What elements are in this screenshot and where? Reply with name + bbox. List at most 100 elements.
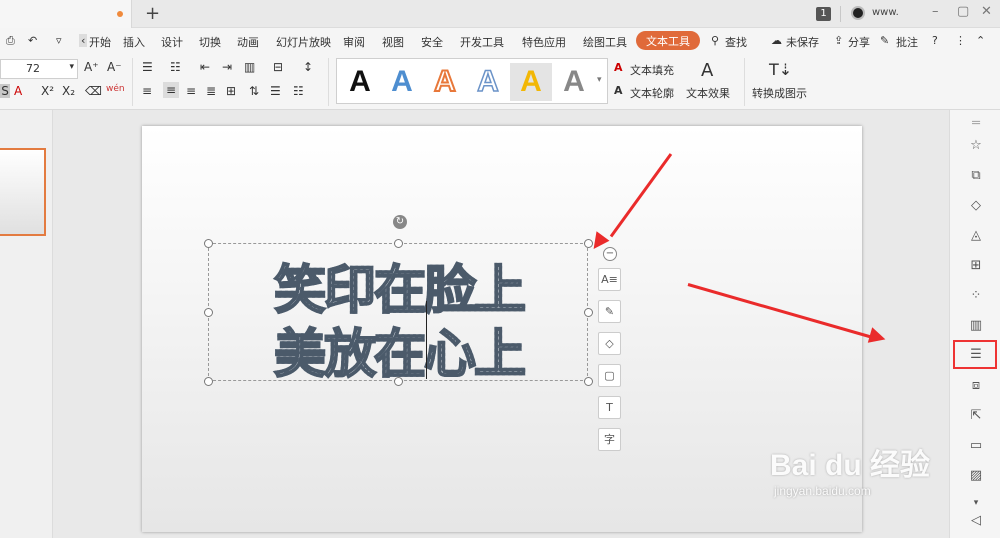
menu-special[interactable]: 特色应用 (522, 34, 566, 50)
para-spacing-icon[interactable]: ⇅ (249, 84, 259, 98)
properties-icon[interactable]: ☰ (968, 347, 984, 362)
resize-handle[interactable] (204, 239, 213, 248)
new-tab-button[interactable]: + (145, 3, 160, 24)
comment-button[interactable]: 批注 (896, 34, 918, 50)
speaker-icon[interactable]: ◁ (968, 513, 984, 528)
image-icon[interactable]: ⧈ (968, 378, 984, 393)
save-status[interactable]: 未保存 (786, 34, 819, 50)
wps-presentation-window: + 1 www. – ▢ ✕ ⎙ ↶ ▿ ‹ 开始 插入 设计 切换 动画 幻灯… (0, 0, 1000, 538)
shapes-icon[interactable]: ◇ (968, 198, 984, 213)
print-preview-icon[interactable]: ⎙ (6, 34, 15, 48)
text-line-2[interactable]: 美放在心上 (209, 312, 589, 387)
font-size-select[interactable]: 72 ▾ (0, 59, 78, 79)
line-icon[interactable]: ☷ (293, 84, 304, 98)
export-icon[interactable]: ⇱ (968, 408, 984, 423)
font-shrink-icon[interactable]: A⁻ (107, 60, 122, 74)
menu-animation[interactable]: 动画 (237, 34, 259, 50)
menu-design[interactable]: 设计 (161, 34, 183, 50)
align-left-icon[interactable]: ≡ (142, 84, 152, 98)
align-right-icon[interactable]: ≡ (186, 84, 196, 98)
text-style-blue[interactable]: A (381, 63, 423, 101)
text-fill-button[interactable]: 文本填充 (630, 62, 674, 78)
line-spacing-icon[interactable]: ↕ (303, 60, 313, 74)
text-style-blue-outline[interactable]: A (467, 63, 509, 101)
table-icon[interactable]: ⊞ (968, 258, 984, 273)
more-icon[interactable]: ⋮ (955, 34, 966, 47)
numbered-list-icon[interactable]: ☷ (170, 60, 181, 74)
slide[interactable]: ↻ 笑印在脸上 美放在心上 − A≡ ✎ ◇ ▢ T 字 (142, 126, 862, 532)
resize-handle[interactable] (394, 239, 403, 248)
menu-security[interactable]: 安全 (421, 34, 443, 50)
maximize-button[interactable]: ▢ (957, 4, 969, 19)
help-icon[interactable]: ? (932, 34, 938, 47)
document-tab[interactable] (0, 0, 132, 28)
menu-home[interactable]: 开始 (89, 34, 111, 50)
para-icon[interactable]: ☰ (270, 84, 281, 98)
align-center-icon[interactable]: ≡ (163, 82, 180, 98)
text-effect-icon: A (701, 60, 714, 81)
menu-developer[interactable]: 开发工具 (460, 34, 504, 50)
rotate-handle-icon[interactable]: ↻ (393, 215, 407, 229)
collapse-ribbon-icon[interactable]: ⌃ (976, 34, 985, 47)
minimize-button[interactable]: – (932, 4, 939, 19)
text-cursor (426, 301, 427, 379)
clear-format-icon[interactable]: ⌫ (85, 84, 102, 98)
search-icon[interactable]: ⚲ (711, 34, 719, 47)
user-avatar[interactable] (851, 6, 865, 20)
star-icon[interactable]: ☆ (968, 138, 984, 153)
decrease-indent-icon[interactable]: ⇤ (200, 60, 210, 74)
chart-icon[interactable]: ▥ (968, 318, 984, 333)
border-icon[interactable]: ▢ (598, 364, 621, 387)
menu-slideshow[interactable]: 幻灯片放映 (276, 34, 331, 50)
collapse-arrow-icon[interactable]: ‹ (79, 34, 88, 47)
text-effect-button[interactable]: 文本效果 (686, 85, 730, 101)
text-style-gray[interactable]: A (553, 63, 595, 101)
menu-text-tools[interactable]: 文本工具 (636, 31, 700, 50)
search-button[interactable]: 查找 (725, 34, 747, 50)
strikethrough-icon[interactable]: S (0, 84, 10, 98)
menu-drawing-tools[interactable]: 绘图工具 (583, 34, 627, 50)
justify-icon[interactable]: ≣ (206, 84, 216, 98)
text-style-black[interactable]: A (339, 63, 381, 101)
copy-icon[interactable]: ⧉ (968, 168, 984, 183)
bullet-list-icon[interactable]: ☰ (142, 60, 153, 74)
font-color-icon[interactable]: A (14, 84, 22, 98)
menu-review[interactable]: 审阅 (343, 34, 365, 50)
collapse-toolbar-icon[interactable]: − (603, 247, 617, 261)
undo-icon[interactable]: ↶ (28, 34, 37, 47)
text-style-gold[interactable]: A (510, 63, 552, 101)
text-style-orange-outline[interactable]: A (424, 63, 466, 101)
text-outline-button[interactable]: 文本轮廓 (630, 85, 674, 101)
fill-icon[interactable]: ◇ (598, 332, 621, 355)
scroll-down-icon[interactable]: ▾ (968, 498, 984, 508)
fill-bucket-icon[interactable]: ◬ (968, 228, 984, 243)
picture-icon[interactable]: ▨ (968, 468, 984, 483)
text-format-icon[interactable]: A≡ (598, 268, 621, 291)
text-box-icon[interactable]: T (598, 396, 621, 419)
text-direction-icon[interactable]: ⊟ (273, 60, 283, 74)
pen-icon[interactable]: ✎ (598, 300, 621, 323)
distribute-icon[interactable]: ⊞ (226, 84, 236, 98)
menu-insert[interactable]: 插入 (123, 34, 145, 50)
font-grow-icon[interactable]: A⁺ (84, 60, 99, 74)
share-button[interactable]: 分享 (848, 34, 870, 50)
increase-indent-icon[interactable]: ⇥ (222, 60, 232, 74)
columns-icon[interactable]: ▥ (244, 60, 255, 74)
subscript-icon[interactable]: X₂ (62, 84, 75, 98)
redo-icon[interactable]: ▿ (56, 34, 62, 47)
menu-transition[interactable]: 切换 (199, 34, 221, 50)
user-name[interactable]: www. (872, 7, 899, 18)
grid-icon[interactable]: ⁘ (968, 288, 984, 303)
menu-view[interactable]: 视图 (382, 34, 404, 50)
close-window-button[interactable]: ✕ (981, 4, 992, 19)
phonetic-icon[interactable]: wén (106, 84, 125, 94)
divider (328, 58, 329, 106)
superscript-icon[interactable]: X² (41, 84, 54, 98)
window-count-badge[interactable]: 1 (816, 7, 831, 21)
gallery-more-icon[interactable]: ▾ (597, 75, 602, 85)
archive-icon[interactable]: ▭ (968, 438, 984, 453)
slide-thumbnail[interactable] (0, 148, 46, 236)
text-box[interactable]: ↻ 笑印在脸上 美放在心上 (204, 215, 593, 386)
character-icon[interactable]: 字 (598, 428, 621, 451)
convert-to-diagram-button[interactable]: 转换成图示 (752, 85, 807, 101)
